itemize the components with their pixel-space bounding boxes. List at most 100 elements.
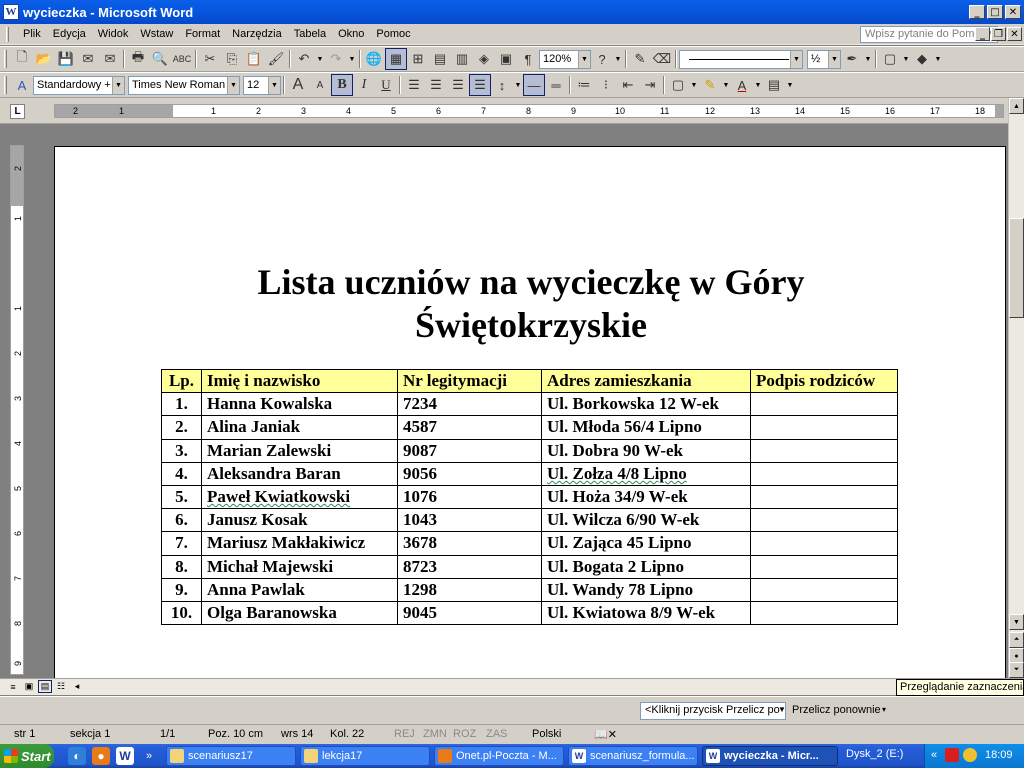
help-menu-dropdown-icon[interactable]: ▼ xyxy=(613,56,623,63)
cell-id[interactable]: 1043 xyxy=(397,508,542,533)
show-desktop-icon[interactable]: ◐ xyxy=(68,747,86,765)
italic-button[interactable]: I xyxy=(353,74,375,96)
cell-id[interactable]: 9056 xyxy=(397,461,542,486)
shrink-font-icon[interactable]: A xyxy=(309,74,331,96)
status-rec[interactable]: REJ xyxy=(394,728,415,740)
permission-icon[interactable]: ✉ xyxy=(77,48,99,70)
firefox-quicklaunch-icon[interactable]: ● xyxy=(92,747,110,765)
zoom-combo[interactable]: 120% ▼ xyxy=(539,49,591,69)
menu-edycja[interactable]: Edycja xyxy=(47,28,92,40)
cell-address[interactable]: Ul. Hoża 34/9 W-ek xyxy=(541,484,751,510)
highlight-dropdown-icon[interactable]: ▼ xyxy=(721,82,731,89)
menu-tabela[interactable]: Tabela xyxy=(288,28,332,40)
menu-plik[interactable]: Plik xyxy=(17,28,47,40)
justify-icon[interactable]: ☰ xyxy=(469,74,491,96)
help-icon[interactable]: ? xyxy=(591,48,613,70)
open-folder-icon[interactable]: 📂 xyxy=(33,48,55,70)
przelicz-options-icon[interactable]: ▾ xyxy=(882,705,886,714)
cell-name[interactable]: Aleksandra Baran xyxy=(201,461,398,486)
disk-toolbar[interactable]: Dysk_2 (E:) xyxy=(846,748,903,760)
print-icon[interactable]: 🖶 xyxy=(127,48,149,70)
decrease-indent-icon[interactable]: ⇤ xyxy=(617,74,639,96)
next-page-icon[interactable]: ⏷ xyxy=(1009,662,1024,678)
cell-address[interactable]: Ul. Zołza 4/8 Lipno xyxy=(541,461,751,486)
frame-icon[interactable]: ▤ xyxy=(763,74,785,96)
cell-lp[interactable]: 10. xyxy=(161,600,202,626)
email-icon[interactable]: ✉ xyxy=(99,48,121,70)
eraser-icon[interactable]: ⌫ xyxy=(651,48,673,70)
scroll-thumb[interactable] xyxy=(1009,218,1024,318)
vertical-scrollbar[interactable]: ▲ ▼ ⏶ ● ⏷ xyxy=(1008,98,1024,678)
print-preview-icon[interactable]: 🔍 xyxy=(149,48,171,70)
word-quicklaunch-icon[interactable]: W xyxy=(116,747,134,765)
cell-id[interactable]: 1076 xyxy=(397,484,542,510)
tray-clock[interactable]: 18:09 xyxy=(985,749,1013,761)
status-track[interactable]: ZMN xyxy=(423,728,447,740)
border-color-icon[interactable]: ✒ xyxy=(841,48,863,70)
copy-icon[interactable]: ⎘ xyxy=(221,48,243,70)
tables-borders-icon[interactable]: ▦ xyxy=(385,48,407,70)
undo-dropdown-icon[interactable]: ▼ xyxy=(315,56,325,63)
tray-expand-icon[interactable]: « xyxy=(931,749,937,761)
font-size-dropdown-icon[interactable]: ▼ xyxy=(268,76,280,94)
przelicz-combo-dropdown-icon[interactable]: ▼ xyxy=(778,705,786,714)
cell-id[interactable]: 7234 xyxy=(397,392,542,417)
borders-dropdown-icon[interactable]: ▼ xyxy=(689,82,699,89)
tray-shield-icon[interactable] xyxy=(963,748,977,762)
cell-lp[interactable]: 8. xyxy=(161,554,202,579)
style-combo[interactable]: Standardowy + ▼ xyxy=(33,75,125,95)
format-painter-icon[interactable]: 🖌 xyxy=(265,48,287,70)
numbering-icon[interactable]: ≔ xyxy=(573,74,595,96)
cell-lp[interactable]: 5. xyxy=(161,484,202,510)
borders-icon[interactable]: ▢ xyxy=(667,74,689,96)
highlight-icon[interactable]: ✎ xyxy=(699,74,721,96)
word-app-icon[interactable]: W xyxy=(3,4,19,20)
menu-pomoc[interactable]: Pomoc xyxy=(370,28,416,40)
cell-name[interactable]: Janusz Kosak xyxy=(201,508,398,533)
line-weight-combo[interactable]: ½ ▼ xyxy=(807,49,841,69)
style-dropdown-icon[interactable]: ▼ xyxy=(112,76,124,94)
close-button[interactable]: ✕ xyxy=(1005,5,1021,19)
undo-icon[interactable]: ↶ xyxy=(293,48,315,70)
font-color-icon[interactable]: A xyxy=(731,74,753,96)
outside-border-icon[interactable]: ▢ xyxy=(879,48,901,70)
status-ovr[interactable]: ZAS xyxy=(486,728,507,740)
doc-restore-button[interactable]: ❐ xyxy=(991,27,1006,41)
print-view-icon[interactable]: ▤ xyxy=(38,680,52,693)
status-ext[interactable]: ROZ xyxy=(453,728,476,740)
przelicz-combo[interactable]: <Kliknij przycisk Przelicz po xyxy=(640,702,786,720)
document-map-icon[interactable]: ▣ xyxy=(495,48,517,70)
cell-id[interactable]: 1298 xyxy=(397,577,542,602)
styles-pane-icon[interactable]: A xyxy=(11,74,33,96)
cell-name[interactable]: Marian Zalewski xyxy=(201,438,398,463)
new-document-icon[interactable]: 🗋 xyxy=(11,48,33,70)
cell-address[interactable]: Ul. Wandy 78 Lipno xyxy=(541,577,751,602)
double-line-icon[interactable]: ═ xyxy=(545,74,567,96)
cell-name[interactable]: Anna Pawlak xyxy=(201,577,398,602)
increase-indent-icon[interactable]: ⇥ xyxy=(639,74,661,96)
cell-name[interactable]: Paweł Kwiatkowski xyxy=(201,484,398,510)
normal-view-icon[interactable]: ≡ xyxy=(6,680,20,693)
cell-signature[interactable] xyxy=(750,577,898,602)
cell-lp[interactable]: 4. xyxy=(161,461,202,486)
header-signature[interactable]: Podpis rodziców xyxy=(750,368,898,394)
toolbar-grip[interactable] xyxy=(4,50,7,68)
cell-signature[interactable] xyxy=(750,554,898,579)
scroll-down-icon[interactable]: ▼ xyxy=(1009,614,1024,630)
menubar-grip[interactable] xyxy=(6,26,9,42)
task-scenariusz17[interactable]: scenariusz17 xyxy=(166,746,296,766)
insert-excel-icon[interactable]: ▤ xyxy=(429,48,451,70)
line-weight-dropdown-icon[interactable]: ▼ xyxy=(828,50,840,68)
cell-lp[interactable]: 3. xyxy=(161,438,202,463)
quicklaunch-more-icon[interactable]: » xyxy=(140,747,158,765)
align-right-icon[interactable]: ☰ xyxy=(447,74,469,96)
cell-name[interactable]: Alina Janiak xyxy=(201,415,398,440)
minimize-button[interactable]: _ xyxy=(969,5,985,19)
insert-table-icon[interactable]: ⊞ xyxy=(407,48,429,70)
font-combo[interactable]: Times New Roman ▼ xyxy=(128,75,240,95)
document-page[interactable]: Lista uczniów na wycieczkę w Góry Święto… xyxy=(54,146,1006,678)
font-color-dropdown-icon[interactable]: ▼ xyxy=(753,82,763,89)
line-spacing-icon[interactable]: ↕ xyxy=(491,74,513,96)
indent-marker-icon[interactable]: — xyxy=(523,74,545,96)
cell-address[interactable]: Ul. Wilcza 6/90 W-ek xyxy=(541,508,751,533)
